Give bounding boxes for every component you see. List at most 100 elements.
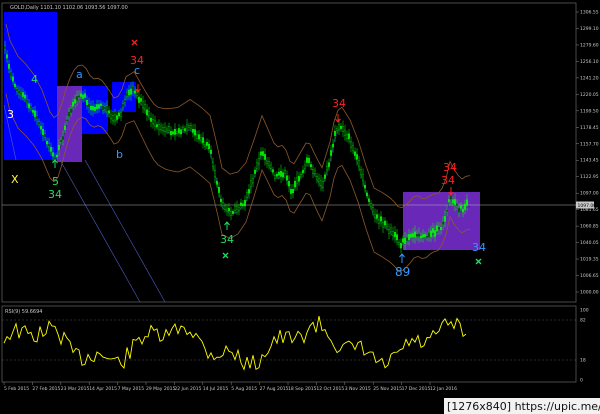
date-axis: 5 Feb 2015 27 Feb 2015 23 Mar 2015 14 Apr 2… (3, 382, 457, 392)
candle-body (92, 105, 94, 111)
price-axis: 1306.55 1299.10 1279.60 1256.10 1241.20 1220.… (576, 10, 599, 296)
candle-body (300, 174, 302, 177)
candle-body (324, 174, 326, 179)
candle-body (224, 205, 226, 210)
candle-body (98, 104, 100, 109)
candle-body (314, 170, 316, 174)
candle-body (274, 175, 276, 179)
candle-body (256, 162, 258, 169)
wave-label-4: 4 (31, 73, 38, 86)
candle-body (310, 164, 312, 168)
candle-body (326, 166, 328, 171)
candle-body (258, 158, 260, 164)
candle-body (182, 127, 184, 130)
candle-body (6, 54, 8, 59)
candle-body (352, 145, 354, 151)
candle-body (214, 170, 216, 177)
candle-body (4, 45, 6, 50)
candle-body (350, 141, 352, 148)
candle-body (462, 208, 464, 213)
candle-body (204, 143, 206, 147)
candle-body (82, 94, 84, 99)
candle-body (364, 184, 366, 189)
price-tick-label: 1000.00 (580, 290, 599, 296)
candle-body (282, 172, 284, 178)
candle-body (398, 242, 400, 245)
candle-body (272, 169, 274, 173)
candle-body (196, 134, 198, 139)
candle-body (448, 199, 450, 203)
candle-body (238, 207, 240, 211)
candle-body (412, 233, 414, 238)
date-tick-label: 22 Jun 2015 (174, 386, 201, 392)
candle-body (172, 131, 174, 135)
candle-body (26, 99, 28, 103)
candle-body (102, 105, 104, 111)
candle-body (112, 115, 114, 121)
candle-body (158, 124, 160, 131)
date-tick-label: 5 Aug 2015 (231, 386, 257, 392)
rsi-axis: 100 82 18 0 (580, 308, 589, 384)
date-tick-label: 29 May 2015 (146, 386, 175, 392)
candle-body (286, 175, 288, 181)
candle-body (430, 230, 432, 237)
candle-body (180, 129, 182, 135)
candle-body (242, 203, 244, 206)
candle-body (376, 214, 378, 219)
candle-body (292, 189, 294, 194)
candle-body (442, 221, 444, 226)
candle-body (132, 85, 134, 92)
candle-body (328, 162, 330, 167)
candle-body (246, 192, 248, 198)
candle-body (404, 238, 406, 244)
candle-body (96, 104, 98, 110)
candle-body (202, 137, 204, 143)
candle-body (446, 209, 448, 213)
candle-body (198, 134, 200, 140)
candle-body (240, 202, 242, 206)
candle-body (186, 124, 188, 130)
candle-body (184, 128, 186, 131)
candle-body (226, 208, 228, 212)
candle-body (164, 127, 166, 132)
candle-body (418, 232, 420, 238)
candle-body (332, 143, 334, 148)
candle-body (334, 130, 336, 136)
candle-body (388, 229, 390, 234)
candle-body (36, 115, 38, 120)
candle-body (234, 205, 236, 211)
candle-body (420, 235, 422, 239)
candle-body (288, 181, 290, 187)
candle-body (16, 88, 18, 92)
candle-body (72, 102, 74, 107)
candle-body (32, 110, 34, 113)
price-tick-label: 1157.70 (580, 141, 599, 147)
candle-body (208, 143, 210, 150)
candle-body (160, 125, 162, 130)
rsi-panel[interactable] (1, 305, 577, 383)
trading-chart[interactable]: GOLD,Daily 1101.10 1102.06 1093.56 1097.… (0, 0, 600, 414)
price-panel[interactable] (1, 2, 577, 303)
candle-body (348, 133, 350, 139)
candle-body (136, 92, 138, 96)
candle-body (390, 227, 392, 232)
candle-body (312, 169, 314, 174)
candle-body (344, 129, 346, 136)
candle-body (414, 231, 416, 238)
candle-body (252, 177, 254, 183)
candle-body (320, 180, 322, 186)
candle-body (50, 146, 52, 152)
candle-body (22, 92, 24, 97)
candle-body (170, 131, 172, 136)
date-tick-label: 5 Feb 2015 (4, 386, 29, 392)
candle-body (90, 105, 92, 111)
candle-body (124, 99, 126, 103)
candle-body (360, 169, 362, 176)
candle-body (74, 99, 76, 104)
candle-body (366, 192, 368, 197)
candle-body (128, 89, 130, 96)
candle-body (152, 119, 154, 124)
candle-body (78, 95, 80, 98)
candle-body (94, 106, 96, 111)
candle-body (380, 216, 382, 222)
